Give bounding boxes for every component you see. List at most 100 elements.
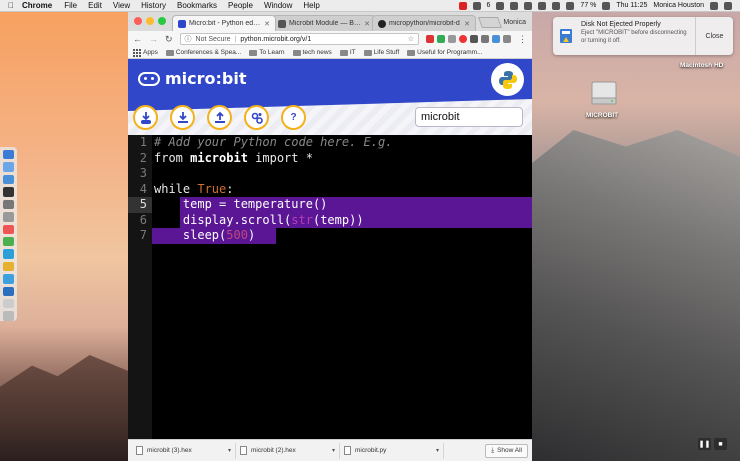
code-line-5[interactable]: temp = temperature(): [154, 197, 328, 213]
battery-percent[interactable]: 77 %: [580, 2, 596, 9]
extension-icon[interactable]: [448, 35, 456, 43]
info-icon[interactable]: ⓘ: [185, 34, 192, 44]
dock-launchpad-icon[interactable]: [3, 162, 14, 172]
extension-icon[interactable]: [426, 35, 434, 43]
download-item[interactable]: microbit.py ▾: [340, 442, 444, 459]
tab-microbit-module[interactable]: Microbit Module — BBC m ✕: [272, 15, 376, 31]
bookmark-folder[interactable]: Useful for Programm...: [407, 49, 483, 56]
microbit-drive-icon[interactable]: [590, 78, 618, 108]
chevron-down-icon[interactable]: ▾: [228, 447, 231, 454]
help-button[interactable]: ?: [281, 105, 306, 130]
extension-icon[interactable]: [470, 35, 478, 43]
close-tab-icon[interactable]: ✕: [364, 20, 370, 28]
menu-app-name[interactable]: Chrome: [22, 1, 52, 10]
status-dropbox-icon[interactable]: [510, 1, 519, 10]
bookmark-folder[interactable]: To Learn: [249, 49, 285, 56]
battery-icon[interactable]: [602, 1, 611, 10]
dock-tool-icon[interactable]: [3, 199, 14, 210]
chrome-menu-icon[interactable]: ⋮: [518, 34, 527, 45]
code-line-1[interactable]: # Add your Python code here. E.g.: [154, 135, 392, 151]
menu-view[interactable]: View: [113, 1, 130, 10]
download-item[interactable]: microbit (3).hex ▾: [132, 442, 236, 459]
volume-icon[interactable]: [566, 1, 575, 10]
status-time-machine-icon[interactable]: [524, 1, 533, 10]
close-tab-icon[interactable]: ✕: [264, 20, 270, 28]
show-all-downloads-button[interactable]: ⤓ Show All: [485, 443, 528, 458]
download-button[interactable]: [133, 105, 158, 130]
menubar-user[interactable]: Monica Houston: [653, 2, 704, 9]
menu-help[interactable]: Help: [303, 1, 319, 10]
bookmark-star-icon[interactable]: ☆: [408, 35, 414, 43]
url-text[interactable]: python.microbit.org/v/1: [240, 36, 403, 43]
reload-icon[interactable]: ↻: [165, 34, 173, 45]
maximize-window-button[interactable]: [158, 17, 166, 25]
menu-file[interactable]: File: [64, 1, 77, 10]
back-arrow-icon[interactable]: ←: [133, 34, 142, 44]
pause-icon[interactable]: ❚❚: [698, 438, 711, 450]
stop-icon[interactable]: ■: [714, 438, 727, 450]
dock-preferences-icon[interactable]: [3, 212, 14, 222]
menu-people[interactable]: People: [228, 1, 253, 10]
code-line-4[interactable]: while True:: [154, 182, 234, 198]
extension-icon[interactable]: [503, 35, 511, 43]
bookmark-folder[interactable]: tech news: [292, 49, 332, 56]
profile-button[interactable]: Monica: [503, 19, 526, 26]
spotlight-icon[interactable]: [710, 1, 718, 10]
menu-bookmarks[interactable]: Bookmarks: [177, 1, 217, 10]
bookmark-folder[interactable]: Conferences & Spea...: [165, 49, 241, 56]
dock-documents-icon[interactable]: [3, 299, 14, 309]
dock-chrome-icon[interactable]: [3, 236, 14, 247]
extension-icon[interactable]: [459, 35, 467, 43]
extension-icon[interactable]: [492, 35, 500, 43]
dock-app-store-icon[interactable]: [3, 274, 14, 284]
download-shelf: microbit (3).hex ▾ microbit (2).hex ▾ mi…: [128, 439, 532, 461]
dock-trash-icon[interactable]: [3, 311, 14, 321]
notification-close-button[interactable]: Close: [695, 17, 733, 55]
bookmark-apps[interactable]: Apps: [133, 48, 158, 57]
status-app-icon[interactable]: [458, 1, 467, 10]
script-name-input[interactable]: microbit: [415, 107, 523, 127]
code-line-6[interactable]: display.scroll(str(temp)): [154, 213, 364, 229]
load-button[interactable]: [207, 105, 232, 130]
dock-skype-icon[interactable]: [3, 249, 14, 259]
dock-word-icon[interactable]: [3, 286, 14, 297]
status-adobe-icon[interactable]: [472, 1, 481, 10]
dock-finder-icon[interactable]: [3, 150, 14, 160]
extension-icon[interactable]: [437, 35, 445, 43]
status-github-icon[interactable]: [496, 1, 505, 10]
chevron-down-icon[interactable]: ▾: [436, 447, 439, 454]
wifi-icon[interactable]: [552, 1, 561, 10]
menu-history[interactable]: History: [141, 1, 166, 10]
dock-terminal-icon[interactable]: [3, 187, 14, 197]
tab-microbit-editor[interactable]: Micro:bit - Python editor ✕: [172, 15, 276, 31]
dock-notes-icon[interactable]: [3, 261, 14, 272]
bookmark-folder[interactable]: Life Stuff: [363, 49, 399, 56]
bookmark-folder[interactable]: IT: [339, 49, 356, 56]
dock-safari-icon[interactable]: [3, 174, 14, 185]
address-bar[interactable]: ⓘ Not Secure | python.microbit.org/v/1 ☆: [179, 33, 419, 45]
notification-message: Eject "MICROBIT" before disconnecting or…: [581, 30, 687, 44]
download-item[interactable]: microbit (2).hex ▾: [236, 442, 340, 459]
status-bluetooth-icon[interactable]: [538, 1, 547, 10]
chevron-down-icon[interactable]: ▾: [332, 447, 335, 454]
tab-micropython-github[interactable]: micropython/microbit-d ✕: [372, 15, 476, 31]
minimize-window-button[interactable]: [146, 17, 154, 25]
menu-window[interactable]: Window: [264, 1, 292, 10]
code-line-2[interactable]: from microbit import *: [154, 151, 313, 167]
new-tab-button[interactable]: [477, 17, 503, 28]
macintosh-hd-label[interactable]: Macintosh HD: [680, 62, 723, 69]
close-tab-icon[interactable]: ✕: [464, 20, 470, 28]
forward-arrow-icon[interactable]: →: [149, 34, 158, 44]
menubar-clock[interactable]: Thu 11:25: [616, 2, 647, 9]
apple-menu-icon[interactable]: : [8, 1, 14, 10]
notification-center-icon[interactable]: [724, 1, 732, 10]
close-window-button[interactable]: [134, 17, 142, 25]
code-editor[interactable]: 1 2 3 4 5 6 7 # Add your Python code her…: [128, 135, 532, 439]
extension-icon[interactable]: [481, 35, 489, 43]
menu-edit[interactable]: Edit: [88, 1, 102, 10]
code-line-7[interactable]: sleep(500): [154, 228, 255, 244]
save-button[interactable]: [170, 105, 195, 130]
dock-app-icon[interactable]: [3, 224, 14, 234]
snippets-button[interactable]: [244, 105, 269, 130]
microbit-drive-label[interactable]: MICROBIT: [586, 112, 618, 119]
